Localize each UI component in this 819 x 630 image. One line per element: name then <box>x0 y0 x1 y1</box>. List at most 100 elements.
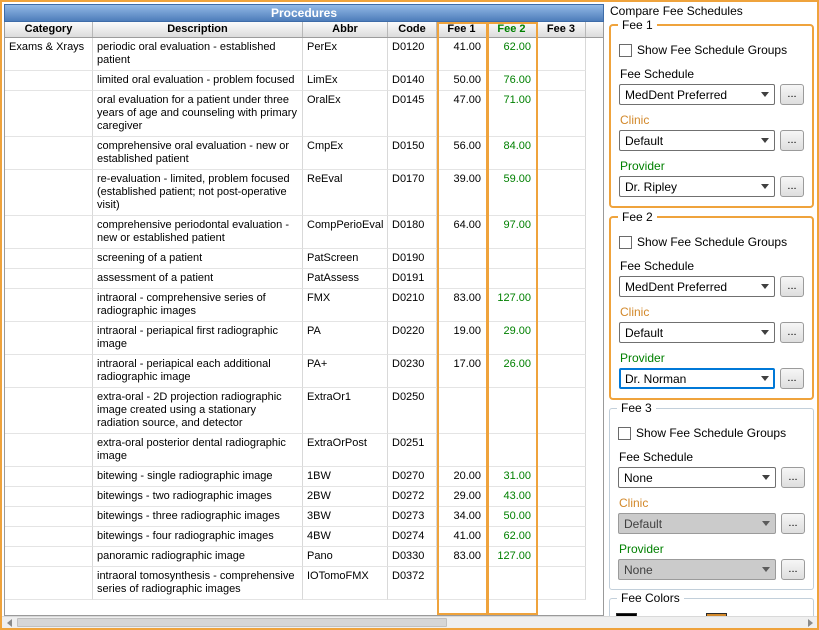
fee3-provider-combo: None <box>618 559 776 580</box>
chevron-down-icon <box>762 475 770 480</box>
column-header-category[interactable]: Category <box>5 22 93 37</box>
fee-colors-legend: Fee Colors <box>617 591 684 605</box>
fee1-clinic-combo[interactable]: Default <box>619 130 775 151</box>
fee1-show-groups-row[interactable]: Show Fee Schedule Groups <box>619 43 804 57</box>
description-cell: intraoral tomosynthesis - comprehensive … <box>93 567 303 600</box>
fee1-provider-browse-button[interactable]: ... <box>780 176 804 197</box>
fee2-clinic-combo[interactable]: Default <box>619 322 775 343</box>
column-header-description[interactable]: Description <box>93 22 303 37</box>
procedures-panel: Procedures CategoryDescriptionAbbrCodeFe… <box>4 4 604 616</box>
procedure-row[interactable]: intraoral tomosynthesis - comprehensive … <box>5 567 603 600</box>
fee2-show-groups-checkbox[interactable] <box>619 236 632 249</box>
category-cell <box>5 289 93 322</box>
procedure-row[interactable]: bitewings - two radiographic images 2BW … <box>5 487 603 507</box>
fee3-show-groups-row[interactable]: Show Fee Schedule Groups <box>618 426 805 440</box>
abbr-cell: PA+ <box>303 355 388 388</box>
column-header-fee-1[interactable]: Fee 1 <box>437 22 487 37</box>
fee1-cell: 50.00 <box>437 71 487 91</box>
fee3-clinic-browse-button[interactable]: ... <box>781 513 805 534</box>
procedure-row[interactable]: extra-oral posterior dental radiographic… <box>5 434 603 467</box>
fee2-fee-schedule-row: MedDent Preferred ... <box>619 276 804 297</box>
procedure-row[interactable]: bitewing - single radiographic image 1BW… <box>5 467 603 487</box>
scroll-right-button[interactable] <box>803 617 817 628</box>
column-header-code[interactable]: Code <box>388 22 437 37</box>
fee1-clinic-label: Clinic <box>620 113 804 127</box>
fee1-cell: 56.00 <box>437 137 487 170</box>
description-cell: comprehensive oral evaluation - new or e… <box>93 137 303 170</box>
fee1-clinic-row: Default ... <box>619 130 804 151</box>
fee1-legend: Fee 1 <box>618 18 657 32</box>
horizontal-scrollbar-thumb[interactable] <box>17 618 447 627</box>
procedure-row[interactable]: intraoral - periapical first radiographi… <box>5 322 603 355</box>
fee1-fee-schedule-browse-button[interactable]: ... <box>780 84 804 105</box>
description-cell: re-evaluation - limited, problem focused… <box>93 170 303 216</box>
procedure-row[interactable]: screening of a patient PatScreen D0190 <box>5 249 603 269</box>
fee2-cell: 76.00 <box>487 71 537 91</box>
fee3-fee-schedule-browse-button[interactable]: ... <box>781 467 805 488</box>
fee1-show-groups-checkbox[interactable] <box>619 44 632 57</box>
procedure-row[interactable]: intraoral - periapical each additional r… <box>5 355 603 388</box>
scroll-right-icon <box>808 619 813 627</box>
fee2-clinic-browse-button[interactable]: ... <box>780 322 804 343</box>
fee2-clinic-row: Default ... <box>619 322 804 343</box>
fee1-provider-row: Dr. Ripley ... <box>619 176 804 197</box>
fee3-clinic-row: Default ... <box>618 513 805 534</box>
abbr-cell: ReEval <box>303 170 388 216</box>
code-cell: D0210 <box>388 289 437 322</box>
procedure-row[interactable]: comprehensive periodontal evaluation - n… <box>5 216 603 249</box>
fee2-provider-value: Dr. Norman <box>625 372 757 386</box>
code-cell: D0250 <box>388 388 437 434</box>
fee1-provider-combo[interactable]: Dr. Ripley <box>619 176 775 197</box>
procedure-row[interactable]: Exams & Xrays periodic oral evaluation -… <box>5 38 603 71</box>
fee2-fee-schedule-browse-button[interactable]: ... <box>780 276 804 297</box>
code-cell: D0270 <box>388 467 437 487</box>
procedure-row[interactable]: extra-oral - 2D projection radiographic … <box>5 388 603 434</box>
fee1-cell: 41.00 <box>437 527 487 547</box>
procedure-row[interactable]: oral evaluation for a patient under thre… <box>5 91 603 137</box>
fee2-show-groups-row[interactable]: Show Fee Schedule Groups <box>619 235 804 249</box>
fee2-cell: 62.00 <box>487 527 537 547</box>
procedures-window: Procedures CategoryDescriptionAbbrCodeFe… <box>0 0 819 630</box>
category-cell <box>5 249 93 269</box>
column-header-fee-3[interactable]: Fee 3 <box>537 22 586 37</box>
abbr-cell: ExtraOr1 <box>303 388 388 434</box>
procedures-title: Procedures <box>4 4 604 22</box>
fee3-show-groups-checkbox[interactable] <box>618 427 631 440</box>
fee1-cell: 83.00 <box>437 547 487 567</box>
procedure-row[interactable]: bitewings - four radiographic images 4BW… <box>5 527 603 547</box>
procedure-row[interactable]: limited oral evaluation - problem focuse… <box>5 71 603 91</box>
scroll-left-button[interactable] <box>2 617 16 628</box>
procedure-row[interactable]: re-evaluation - limited, problem focused… <box>5 170 603 216</box>
column-header-abbr[interactable]: Abbr <box>303 22 388 37</box>
procedure-row[interactable]: bitewings - three radiographic images 3B… <box>5 507 603 527</box>
abbr-cell: Pano <box>303 547 388 567</box>
code-cell: D0372 <box>388 567 437 600</box>
code-cell: D0191 <box>388 269 437 289</box>
fee3-provider-browse-button[interactable]: ... <box>781 559 805 580</box>
horizontal-scrollbar[interactable] <box>2 616 817 628</box>
fee1-clinic-browse-button[interactable]: ... <box>780 130 804 151</box>
category-cell <box>5 487 93 507</box>
fee2-fee-schedule-combo[interactable]: MedDent Preferred <box>619 276 775 297</box>
fee2-fee-schedule-value: MedDent Preferred <box>625 280 757 294</box>
category-cell <box>5 216 93 249</box>
fee3-clinic-combo: Default <box>618 513 776 534</box>
fee2-provider-combo[interactable]: Dr. Norman <box>619 368 775 389</box>
procedure-row[interactable]: intraoral - comprehensive series of radi… <box>5 289 603 322</box>
procedure-row[interactable]: panoramic radiographic image Pano D0330 … <box>5 547 603 567</box>
fee1-fee-schedule-combo[interactable]: MedDent Preferred <box>619 84 775 105</box>
procedure-row[interactable]: comprehensive oral evaluation - new or e… <box>5 137 603 170</box>
fee2-provider-browse-button[interactable]: ... <box>780 368 804 389</box>
abbr-cell: ExtraOrPost <box>303 434 388 467</box>
chevron-down-icon <box>762 521 770 526</box>
abbr-cell: PerEx <box>303 38 388 71</box>
procedure-row[interactable]: assessment of a patient PatAssess D0191 <box>5 269 603 289</box>
scroll-left-icon <box>7 619 12 627</box>
column-header-fee-2[interactable]: Fee 2 <box>487 22 537 37</box>
fee3-cell <box>537 388 586 434</box>
chevron-down-icon <box>761 330 769 335</box>
fee3-cell <box>537 71 586 91</box>
fee2-show-groups-label: Show Fee Schedule Groups <box>637 235 787 249</box>
fee3-fee-schedule-combo[interactable]: None <box>618 467 776 488</box>
fee2-cell: 62.00 <box>487 38 537 71</box>
